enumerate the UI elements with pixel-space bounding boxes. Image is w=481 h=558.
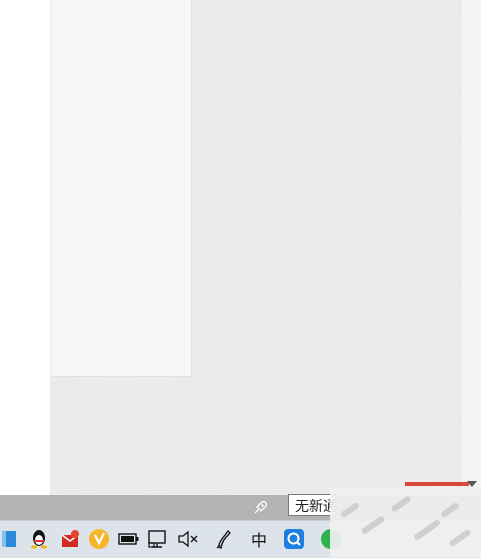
ime-icon[interactable]: 中 bbox=[246, 526, 272, 552]
network-icon[interactable] bbox=[145, 526, 171, 552]
rocket-icon[interactable] bbox=[250, 498, 270, 518]
watermark bbox=[330, 487, 481, 557]
notification-indicator bbox=[405, 482, 469, 486]
battery-icon[interactable] bbox=[116, 526, 142, 552]
scrollbar-track[interactable] bbox=[460, 0, 481, 495]
search-app-icon[interactable] bbox=[281, 526, 307, 552]
qq-icon[interactable] bbox=[26, 526, 52, 552]
volume-muted-icon[interactable] bbox=[175, 526, 201, 552]
tooltip: 无新通知 bbox=[288, 494, 336, 516]
store-icon[interactable] bbox=[0, 526, 22, 552]
side-panel bbox=[51, 0, 192, 377]
pen-icon[interactable] bbox=[211, 526, 237, 552]
left-margin bbox=[0, 0, 50, 495]
browser-icon[interactable] bbox=[86, 526, 112, 552]
mail-icon[interactable] bbox=[57, 526, 83, 552]
